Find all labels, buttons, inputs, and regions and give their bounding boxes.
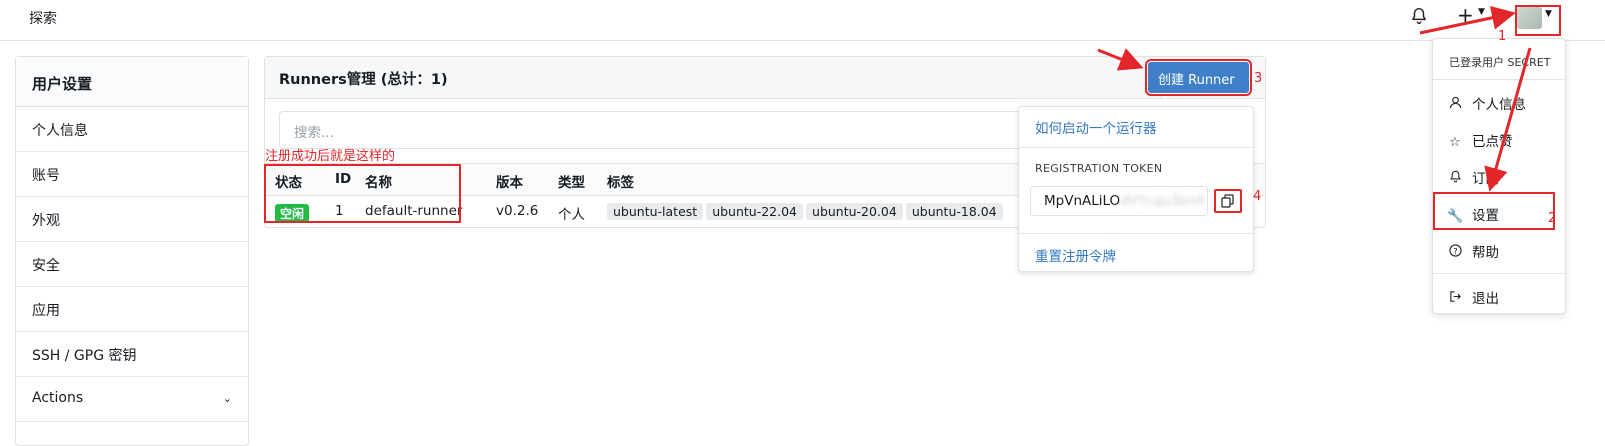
runners-title: Runners管理 (总计：1) — [265, 57, 1265, 99]
menu-item-label: 订阅 — [1472, 171, 1499, 187]
reset-registration-token-link[interactable]: 重置注册令牌 — [1035, 245, 1116, 265]
svg-text:?: ? — [1453, 246, 1457, 256]
create-runner-dropdown: 如何启动一个运行器 REGISTRATION TOKEN MpVnALiLOdV… — [1018, 106, 1254, 272]
chevron-down-icon: ⌄ — [222, 392, 232, 405]
copy-token-button[interactable] — [1214, 189, 1242, 213]
caret-down-icon: ▼ — [1162, 92, 1169, 101]
divider — [1019, 147, 1253, 148]
user-menu-dropdown: 已登录用户 SECRET 个人信息 ☆ 已点赞 订阅 🔧 设置 ? 帮助 退出 — [1432, 38, 1566, 314]
sidebar-item-actions[interactable]: Actions ⌄ — [16, 377, 248, 422]
menu-item-help[interactable]: ? 帮助 — [1447, 241, 1499, 261]
how-to-start-runner-link[interactable]: 如何启动一个运行器 — [1035, 117, 1157, 137]
menu-item-label: 退出 — [1472, 291, 1499, 307]
sign-out-icon — [1447, 290, 1463, 307]
runner-label: ubuntu-latest — [607, 203, 704, 220]
person-icon — [1447, 96, 1463, 113]
runner-type: 个人 — [558, 207, 585, 223]
sidebar-item-security[interactable]: 安全 — [16, 242, 248, 287]
settings-sidebar: 用户设置 个人信息 账号 外观 安全 应用 SSH / GPG 密钥 Actio… — [15, 56, 249, 446]
sidebar-item-ssh-gpg-keys[interactable]: SSH / GPG 密钥 — [16, 332, 248, 377]
registration-token-label: REGISTRATION TOKEN — [1035, 162, 1163, 175]
runner-labels: ubuntu-latest ubuntu-22.04 ubuntu-20.04 ubu… — [607, 203, 1006, 220]
nav-explore[interactable]: 探索 — [29, 8, 57, 28]
token-blurred-text: dVYcqu3bnX — [1120, 193, 1206, 209]
sidebar-item-label: 应用 — [32, 303, 60, 319]
column-header-labels: 标签 — [607, 175, 634, 191]
top-navbar: 探索 + ▼ ▼ — [0, 0, 1605, 41]
menu-item-starred[interactable]: ☆ 已点赞 — [1447, 130, 1513, 150]
divider — [1019, 233, 1253, 234]
runner-label: ubuntu-20.04 — [806, 203, 903, 220]
menu-item-label: 帮助 — [1472, 245, 1499, 261]
annotation-step-1: 1 — [1498, 29, 1507, 44]
copy-icon — [1221, 194, 1234, 208]
sidebar-item-label: 外观 — [32, 213, 60, 229]
column-header-version: 版本 — [496, 175, 523, 191]
annotation-step-2: 2 — [1548, 211, 1557, 226]
sidebar-item-profile[interactable]: 个人信息 — [16, 107, 248, 152]
bell-icon — [1447, 170, 1463, 187]
menu-item-label: 个人信息 — [1472, 97, 1526, 113]
annotation-step-4: 4 — [1253, 189, 1262, 204]
question-icon: ? — [1447, 244, 1463, 261]
sidebar-title: 用户设置 — [16, 57, 248, 107]
sidebar-item-applications[interactable]: 应用 — [16, 287, 248, 332]
token-visible-text: MpVnALiLO — [1044, 193, 1121, 209]
runner-label: ubuntu-22.04 — [706, 203, 804, 220]
divider — [1433, 79, 1565, 80]
notification-bell-icon[interactable] — [1410, 7, 1428, 25]
annotation-step-3: 3 — [1254, 71, 1263, 86]
signed-in-user-label: 已登录用户 SECRET — [1449, 56, 1551, 69]
create-runner-label: 创建 Runner — [1158, 73, 1235, 88]
sidebar-item-label: Actions — [32, 390, 84, 406]
annotation-box-avatar — [1515, 5, 1561, 36]
menu-item-subscriptions[interactable]: 订阅 — [1447, 167, 1499, 187]
menu-item-label: 已点赞 — [1472, 134, 1513, 150]
divider — [1433, 273, 1565, 274]
annotation-box-table — [264, 164, 461, 223]
column-header-type: 类型 — [558, 175, 585, 191]
sidebar-item-label: SSH / GPG 密钥 — [32, 348, 137, 364]
annotation-box-settings — [1433, 192, 1555, 230]
runner-label: ubuntu-18.04 — [905, 203, 1003, 220]
menu-item-profile[interactable]: 个人信息 — [1447, 93, 1526, 113]
registration-token-field[interactable]: MpVnALiLOdVYcqu3bnX — [1030, 186, 1208, 216]
menu-item-sign-out[interactable]: 退出 — [1447, 287, 1499, 307]
create-runner-button[interactable]: 创建 Runner ▼ — [1145, 59, 1252, 101]
annotation-note: 注册成功后就是这样的 — [265, 149, 396, 164]
star-icon: ☆ — [1449, 135, 1461, 150]
create-new-button[interactable]: + — [1457, 3, 1474, 27]
sidebar-item-label: 账号 — [32, 168, 60, 184]
caret-down-icon: ▼ — [1478, 7, 1485, 17]
sidebar-item-account[interactable]: 账号 — [16, 152, 248, 197]
sidebar-item-label: 安全 — [32, 258, 60, 274]
sidebar-item-label: 个人信息 — [32, 123, 88, 139]
runner-version: v0.2.6 — [496, 203, 539, 219]
sidebar-item-appearance[interactable]: 外观 — [16, 197, 248, 242]
